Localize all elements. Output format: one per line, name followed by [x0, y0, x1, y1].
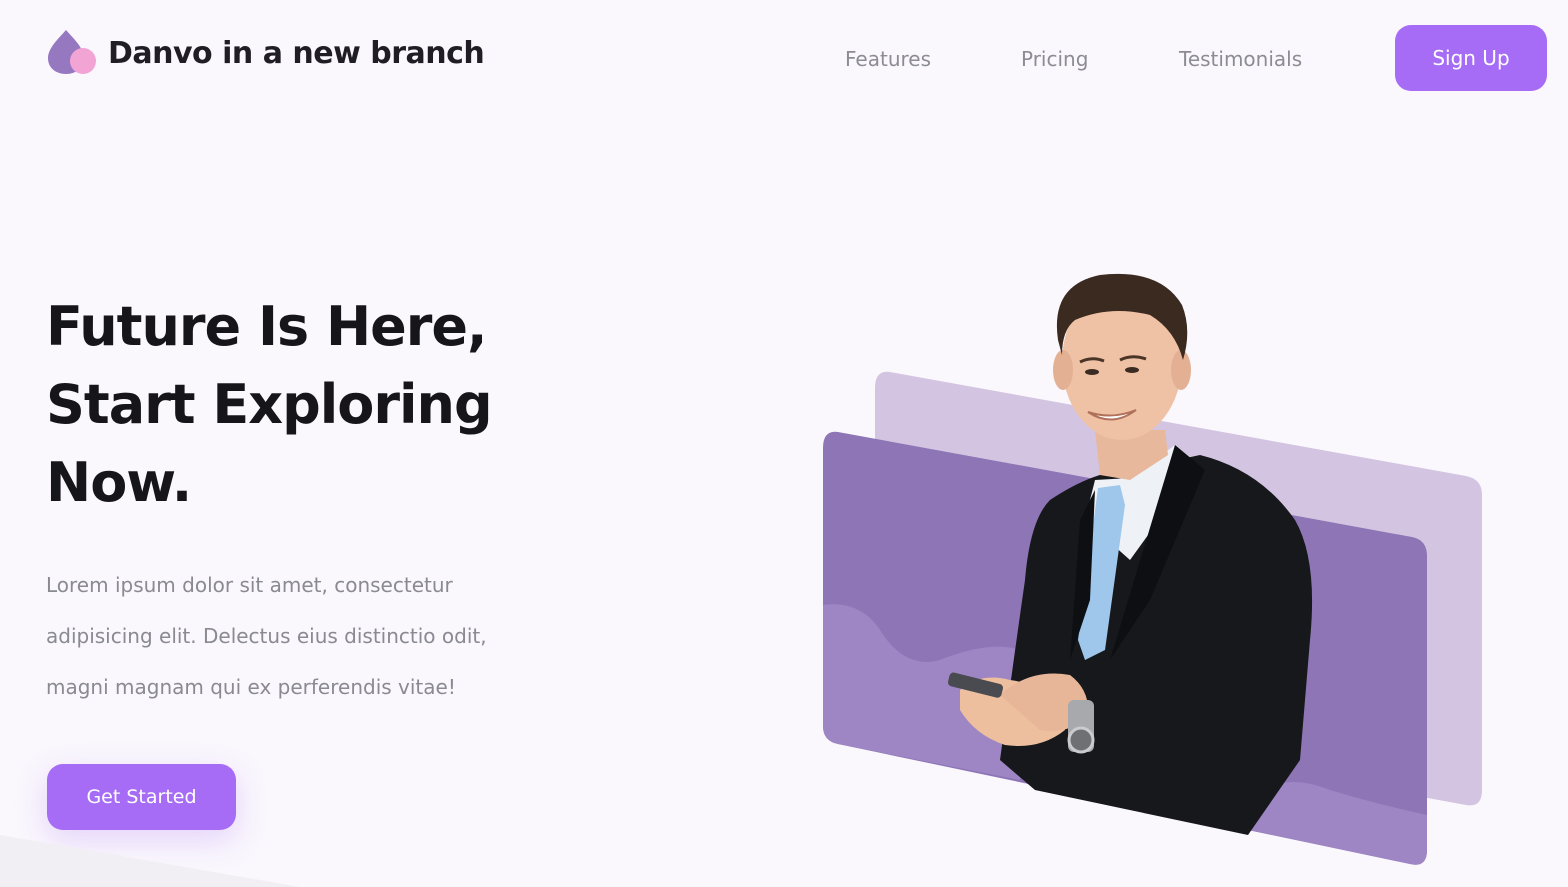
brand-logo[interactable]: Danvo in a new branch: [46, 30, 485, 76]
signup-button[interactable]: Sign Up: [1395, 25, 1547, 91]
panel-wave-left: [823, 604, 1020, 780]
nav-link-pricing[interactable]: Pricing: [1021, 44, 1088, 74]
businessman-with-phone-image: [947, 273, 1313, 835]
droplet-logo-icon: [46, 30, 98, 76]
hero-title: Future Is Here, Start Exploring Now.: [46, 288, 493, 522]
hero-description-line: Lorem ipsum dolor sit amet, consectetur: [46, 573, 453, 597]
hero-description-line: magni magnam qui ex perferendis vitae!: [46, 675, 456, 699]
nav-link-testimonials[interactable]: Testimonials: [1179, 44, 1302, 74]
hero-description: Lorem ipsum dolor sit amet, consectetur …: [46, 560, 566, 713]
hero-title-line: Now.: [46, 451, 192, 514]
nav-link-features[interactable]: Features: [845, 44, 931, 74]
back-panel-shape: [875, 371, 1482, 806]
panel-wave-right: [1250, 782, 1427, 865]
hero-title-line: Future Is Here,: [46, 295, 488, 358]
hero-description-line: adipisicing elit. Delectus eius distinct…: [46, 624, 487, 648]
background-corner-shape: [0, 835, 300, 887]
front-panel-shape: [823, 431, 1427, 865]
brand-name: Danvo in a new branch: [108, 35, 485, 71]
hero-title-line: Start Exploring: [46, 373, 493, 436]
